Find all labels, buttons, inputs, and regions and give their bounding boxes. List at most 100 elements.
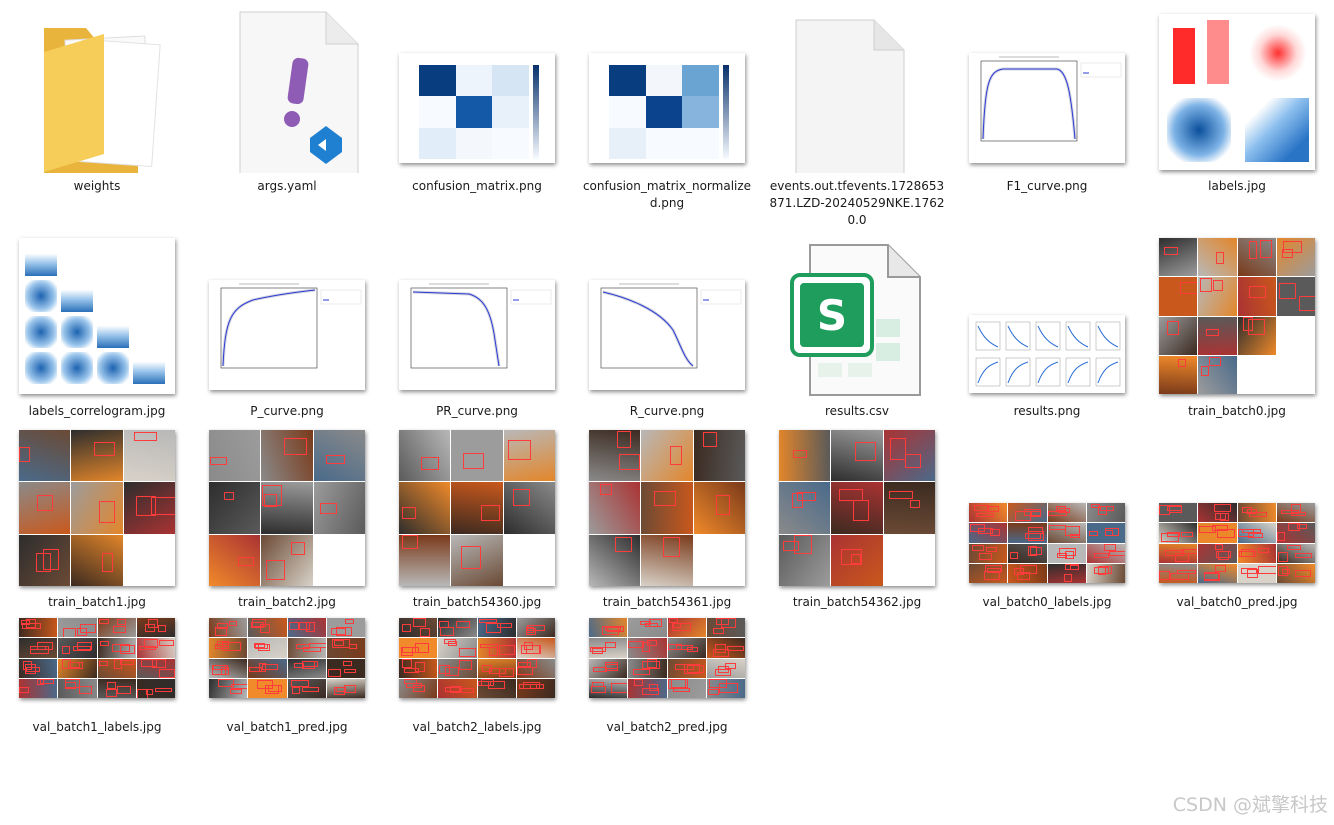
file-item-val-batch0-pred-jpg[interactable]: val_batch0_pred.jpg — [1148, 428, 1326, 609]
bounding-box — [668, 618, 678, 624]
bounding-box — [526, 625, 546, 632]
bounding-box — [792, 492, 804, 509]
bounding-box — [673, 687, 691, 693]
bounding-box — [599, 484, 612, 495]
file-item-labels-correlogram-jpg[interactable]: labels_correlogram.jpg — [8, 235, 186, 418]
bounding-box — [1170, 573, 1189, 580]
bounding-box — [1203, 571, 1219, 581]
bounding-box — [1258, 565, 1276, 575]
bounding-box — [99, 619, 109, 624]
bounding-box — [1028, 545, 1038, 556]
bounding-box — [331, 639, 350, 648]
bounding-box — [1090, 503, 1100, 509]
bounding-box — [94, 442, 116, 456]
image-thumbnail — [589, 53, 745, 163]
bounding-box — [98, 660, 108, 666]
file-item-val-batch2-pred-jpg[interactable]: val_batch2_pred.jpg — [578, 543, 756, 734]
file-item-train-batch54362-jpg[interactable]: train_batch54362.jpg — [768, 428, 946, 609]
matrix-cell — [492, 65, 529, 97]
bounding-box — [1278, 566, 1288, 576]
curve-plot — [969, 53, 1125, 153]
bounding-box — [295, 643, 311, 650]
bounding-box — [1243, 316, 1253, 332]
bounding-box — [1065, 526, 1081, 536]
bounding-box — [855, 441, 876, 462]
file-item-p-curve-png[interactable]: P_curve.png — [198, 235, 376, 418]
file-item-val-batch0-labels-jpg[interactable]: val_batch0_labels.jpg — [958, 428, 1136, 609]
matrix-cell — [645, 127, 683, 159]
file-name-label: val_batch2_labels.jpg — [412, 720, 542, 734]
bounding-box — [99, 640, 109, 647]
bounding-box — [1028, 530, 1044, 541]
image-thumbnail — [399, 53, 555, 163]
bounding-box — [714, 643, 727, 653]
file-item-args-yaml[interactable]: args.yaml — [198, 8, 376, 193]
bounding-box — [888, 490, 914, 499]
bounding-box — [1180, 532, 1194, 538]
file-item-confusion-matrix-normalized-png[interactable]: confusion_matrix_normalized.png — [578, 8, 756, 210]
image-thumbnail — [1159, 238, 1315, 394]
curve-plot — [589, 280, 745, 380]
bounding-box — [590, 647, 606, 652]
bounding-box — [605, 642, 616, 649]
bounding-box — [230, 688, 243, 695]
bounding-box — [970, 524, 986, 533]
file-item-results-png[interactable]: results.png — [958, 235, 1136, 418]
file-name-label: confusion_matrix_normalized.png — [582, 179, 752, 210]
file-item-pr-curve-png[interactable]: PR_curve.png — [388, 235, 566, 418]
image-thumbnail — [969, 53, 1125, 163]
file-item-val-batch1-pred-jpg[interactable]: val_batch1_pred.jpg — [198, 543, 376, 734]
metric-plot — [1065, 357, 1091, 387]
bounding-box — [675, 663, 694, 670]
bounding-box — [1009, 552, 1019, 559]
image-thumbnail — [399, 280, 555, 390]
bounding-box — [792, 450, 808, 459]
file-item-train-batch0-jpg[interactable]: train_batch0.jpg — [1148, 235, 1326, 418]
file-item-results-csv[interactable]: Sresults.csv — [768, 235, 946, 418]
file-item-val-batch1-labels-jpg[interactable]: val_batch1_labels.jpg — [8, 543, 186, 734]
bounding-box — [327, 668, 341, 678]
bounding-box — [343, 661, 352, 666]
file-name-label: args.yaml — [257, 179, 317, 193]
file-item-weights[interactable]: weights — [8, 8, 186, 193]
bounding-box — [253, 643, 265, 649]
bounding-box — [228, 621, 237, 626]
correlogram-cell — [25, 316, 57, 348]
bounding-box — [512, 489, 531, 506]
metric-plot — [1005, 357, 1031, 387]
bounding-box — [1200, 278, 1213, 293]
metric-plot — [975, 321, 1001, 351]
bounding-box — [477, 680, 491, 687]
file-item-r-curve-png[interactable]: R_curve.png — [578, 235, 756, 418]
bounding-box — [112, 644, 131, 652]
bounding-box — [672, 623, 691, 631]
bounding-box — [302, 687, 319, 693]
correlogram-cell — [61, 280, 93, 312]
bounding-box — [289, 621, 299, 630]
bounding-box — [1103, 543, 1116, 552]
file-item-events-out-tfevents-1728653871-lzd-20240529nke-17620-0[interactable]: events.out.tfevents.1728653871.LZD-20240… — [768, 8, 946, 227]
bounding-box — [1214, 512, 1227, 520]
file-item-confusion-matrix-png[interactable]: confusion_matrix.png — [388, 8, 566, 193]
file-item-f1-curve-png[interactable]: F1_curve.png — [958, 8, 1136, 193]
image-thumbnail — [589, 618, 745, 698]
bounding-box — [616, 430, 632, 448]
yaml-file-icon — [198, 8, 376, 175]
bounding-box — [105, 688, 118, 697]
bounding-box — [1201, 366, 1210, 376]
bounding-box — [412, 618, 426, 627]
matrix-cell — [609, 127, 646, 159]
scatter-plot — [1167, 98, 1231, 162]
bounding-box — [1213, 503, 1232, 512]
bounding-box — [592, 682, 604, 687]
bounding-box — [117, 619, 127, 625]
bounding-box — [1287, 545, 1302, 550]
file-name-label: F1_curve.png — [1006, 179, 1088, 193]
image-thumbnail — [19, 618, 175, 698]
file-name-label: train_batch54362.jpg — [792, 595, 922, 609]
bounding-box — [628, 640, 645, 648]
bounding-box — [403, 667, 419, 673]
matrix-cell — [492, 127, 529, 159]
file-item-val-batch2-labels-jpg[interactable]: val_batch2_labels.jpg — [388, 543, 566, 734]
file-item-labels-jpg[interactable]: labels.jpg — [1148, 8, 1326, 193]
